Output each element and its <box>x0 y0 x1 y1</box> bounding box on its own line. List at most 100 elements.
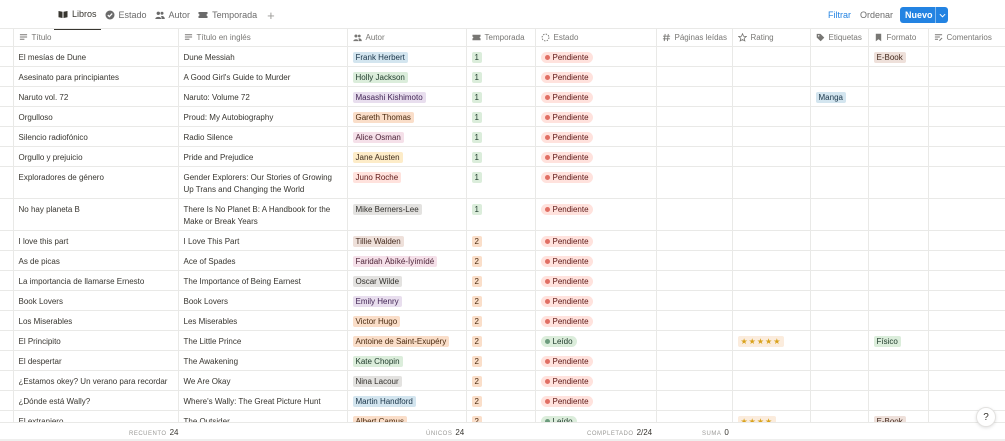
labels-cell[interactable] <box>810 270 869 291</box>
title-cell[interactable]: ¿Estamos okey? Un verano para recordar <box>13 370 179 391</box>
format-cell[interactable] <box>868 86 929 107</box>
labels-cell[interactable] <box>810 46 869 67</box>
title-cell[interactable]: Naruto vol. 72 <box>13 86 179 107</box>
title-cell[interactable]: No hay planeta B <box>13 198 179 231</box>
title-cell[interactable]: Book Lovers <box>13 290 179 311</box>
new-dropdown-caret[interactable] <box>935 7 948 23</box>
table-row[interactable]: El despertar The Awakening Kate Chopin 2 Pen… <box>0 350 1005 371</box>
author-cell[interactable]: Kate Chopin <box>347 350 467 371</box>
author-cell[interactable]: Masashi Kishimoto <box>347 86 467 107</box>
view-tab-autor[interactable]: Autor <box>151 0 195 30</box>
pages-read-cell[interactable] <box>656 106 733 127</box>
labels-cell[interactable] <box>810 370 869 391</box>
sort-button[interactable]: Ordenar <box>860 10 893 20</box>
format-cell[interactable] <box>868 126 929 147</box>
format-cell[interactable] <box>868 250 929 271</box>
status-cell[interactable]: Pendiente <box>535 390 657 411</box>
format-cell[interactable] <box>868 310 929 331</box>
author-cell[interactable]: Frank Herbert <box>347 46 467 67</box>
format-cell[interactable] <box>868 66 929 87</box>
rating-cell[interactable] <box>732 350 811 371</box>
rating-cell[interactable] <box>732 46 811 67</box>
status-cell[interactable]: Pendiente <box>535 270 657 291</box>
rating-cell[interactable] <box>732 86 811 107</box>
table-row[interactable]: Naruto vol. 72 Naruto: Volume 72 Masashi K… <box>0 86 1005 107</box>
column-header[interactable]: Temporada <box>466 28 536 47</box>
author-cell[interactable]: Victor Hugo <box>347 310 467 331</box>
pages-read-cell[interactable] <box>656 390 733 411</box>
english-title-cell[interactable]: Book Lovers <box>178 290 348 311</box>
labels-cell[interactable] <box>810 250 869 271</box>
title-cell[interactable]: Exploradores de género <box>13 166 179 199</box>
english-title-cell[interactable]: I Love This Part <box>178 230 348 251</box>
help-button[interactable]: ? <box>976 407 996 427</box>
format-cell[interactable] <box>868 146 929 167</box>
rating-cell[interactable] <box>732 198 811 231</box>
format-cell[interactable]: Físico <box>868 330 929 351</box>
status-cell[interactable]: Pendiente <box>535 230 657 251</box>
rating-cell[interactable] <box>732 370 811 391</box>
rating-cell[interactable] <box>732 390 811 411</box>
status-cell[interactable]: Pendiente <box>535 106 657 127</box>
labels-cell[interactable] <box>810 330 869 351</box>
season-cell[interactable]: 2 <box>466 250 536 271</box>
english-title-cell[interactable]: Radio Silence <box>178 126 348 147</box>
row-handle[interactable] <box>0 198 14 231</box>
rating-cell[interactable] <box>732 146 811 167</box>
comments-cell[interactable] <box>928 126 1005 147</box>
english-title-cell[interactable]: Pride and Prejudice <box>178 146 348 167</box>
view-tab-temporada[interactable]: Temporada <box>194 0 261 30</box>
season-cell[interactable]: 2 <box>466 310 536 331</box>
pages-read-cell[interactable] <box>656 250 733 271</box>
rating-cell[interactable] <box>732 310 811 331</box>
row-handle[interactable] <box>0 310 14 331</box>
row-handle[interactable] <box>0 126 14 147</box>
author-cell[interactable]: Emily Henry <box>347 290 467 311</box>
season-cell[interactable]: 2 <box>466 330 536 351</box>
title-cell[interactable]: El mesías de Dune <box>13 46 179 67</box>
status-cell[interactable]: Pendiente <box>535 310 657 331</box>
status-cell[interactable]: Leído <box>535 330 657 351</box>
unique-calc[interactable]: ÚNICOS 24 <box>426 428 464 437</box>
status-cell[interactable]: Pendiente <box>535 350 657 371</box>
labels-cell[interactable] <box>810 146 869 167</box>
format-cell[interactable] <box>868 270 929 291</box>
table-row[interactable]: Book Lovers Book Lovers Emily Henry 2 Pendie… <box>0 290 1005 311</box>
rating-cell[interactable] <box>732 250 811 271</box>
row-handle[interactable] <box>0 106 14 127</box>
rating-cell[interactable] <box>732 290 811 311</box>
comments-cell[interactable] <box>928 310 1005 331</box>
comments-cell[interactable] <box>928 106 1005 127</box>
pages-read-cell[interactable] <box>656 350 733 371</box>
status-cell[interactable]: Pendiente <box>535 86 657 107</box>
row-handle[interactable] <box>0 270 14 291</box>
comments-cell[interactable] <box>928 66 1005 87</box>
english-title-cell[interactable]: There Is No Planet B: A Handbook for the… <box>178 198 348 231</box>
pages-read-cell[interactable] <box>656 370 733 391</box>
row-handle[interactable] <box>0 330 14 351</box>
season-cell[interactable]: 2 <box>466 390 536 411</box>
author-cell[interactable]: Tillie Walden <box>347 230 467 251</box>
comments-cell[interactable] <box>928 198 1005 231</box>
format-cell[interactable] <box>868 390 929 411</box>
rating-cell[interactable] <box>732 66 811 87</box>
format-cell[interactable] <box>868 370 929 391</box>
status-cell[interactable]: Pendiente <box>535 198 657 231</box>
rating-cell[interactable] <box>732 230 811 251</box>
labels-cell[interactable] <box>810 290 869 311</box>
status-cell[interactable]: Pendiente <box>535 250 657 271</box>
comments-cell[interactable] <box>928 146 1005 167</box>
author-cell[interactable]: Oscar Wilde <box>347 270 467 291</box>
column-header[interactable]: Autor <box>347 28 467 47</box>
season-cell[interactable]: 2 <box>466 370 536 391</box>
english-title-cell[interactable]: We Are Okay <box>178 370 348 391</box>
view-tab-estado[interactable]: Estado <box>101 0 151 30</box>
rating-cell[interactable] <box>732 126 811 147</box>
title-cell[interactable]: Asesinato para principiantes <box>13 66 179 87</box>
english-title-cell[interactable]: The Importance of Being Earnest <box>178 270 348 291</box>
format-cell[interactable] <box>868 230 929 251</box>
rating-cell[interactable] <box>732 106 811 127</box>
row-handle[interactable] <box>0 66 14 87</box>
column-header[interactable]: Rating <box>732 28 811 47</box>
pages-read-cell[interactable] <box>656 46 733 67</box>
